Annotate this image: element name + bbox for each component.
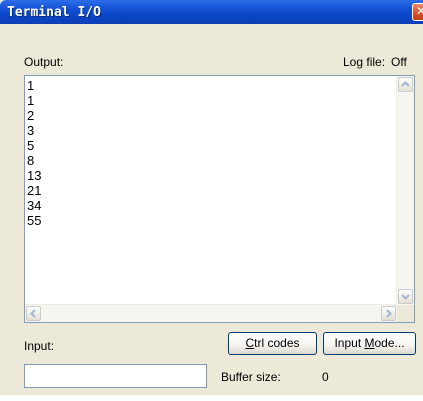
horizontal-scrollbar[interactable] (25, 304, 397, 322)
scrollbar-corner (397, 305, 414, 322)
output-line: 21 (27, 183, 42, 198)
ctrl-codes-accel: C (245, 336, 255, 350)
output-lines: 1 1 2 3 5 8 13 21 34 55 (27, 78, 41, 228)
ctrl-codes-label: trl codes (254, 336, 300, 350)
close-button[interactable]: ✕ (412, 3, 423, 21)
scroll-right-button[interactable] (381, 306, 396, 321)
scroll-left-icon (30, 309, 36, 318)
output-line: 1 (27, 78, 35, 93)
output-line: 3 (27, 123, 35, 138)
log-file-value: Off (391, 55, 407, 69)
output-label: Output: (24, 55, 64, 69)
scroll-left-button[interactable] (26, 306, 41, 321)
log-file-label: Log file: (343, 55, 386, 69)
scroll-up-icon (401, 81, 410, 87)
input-mode-accel: M (364, 336, 375, 350)
output-line: 1 (27, 93, 35, 108)
input-mode-button[interactable]: Input Mode... (323, 332, 416, 355)
close-icon: ✕ (415, 4, 423, 18)
input-label: Input: (24, 339, 55, 353)
output-line: 2 (27, 108, 35, 123)
output-line: 5 (27, 138, 35, 153)
buffer-size-value: 0 (322, 370, 329, 384)
input-field[interactable] (24, 364, 207, 388)
output-line: 34 (27, 198, 42, 213)
vertical-scrollbar[interactable] (396, 76, 414, 305)
terminal-io-window: Terminal I/O ✕ Output: Log file: Off 1 1… (0, 0, 423, 395)
title-bar[interactable]: Terminal I/O ✕ (0, 0, 423, 24)
output-line: 55 (27, 213, 42, 228)
scroll-right-icon (386, 309, 392, 318)
output-line: 13 (27, 168, 42, 183)
output-line: 8 (27, 153, 35, 168)
ctrl-codes-button[interactable]: Ctrl codes (228, 332, 317, 355)
input-mode-label-pre: Input (334, 336, 365, 350)
window-title: Terminal I/O (7, 5, 101, 20)
scroll-up-button[interactable] (398, 77, 413, 92)
output-area[interactable]: 1 1 2 3 5 8 13 21 34 55 (24, 75, 415, 323)
input-mode-label: ode... (374, 336, 405, 350)
scroll-down-icon (401, 294, 410, 300)
scroll-down-button[interactable] (398, 289, 413, 304)
buffer-size-label: Buffer size: (221, 370, 281, 384)
